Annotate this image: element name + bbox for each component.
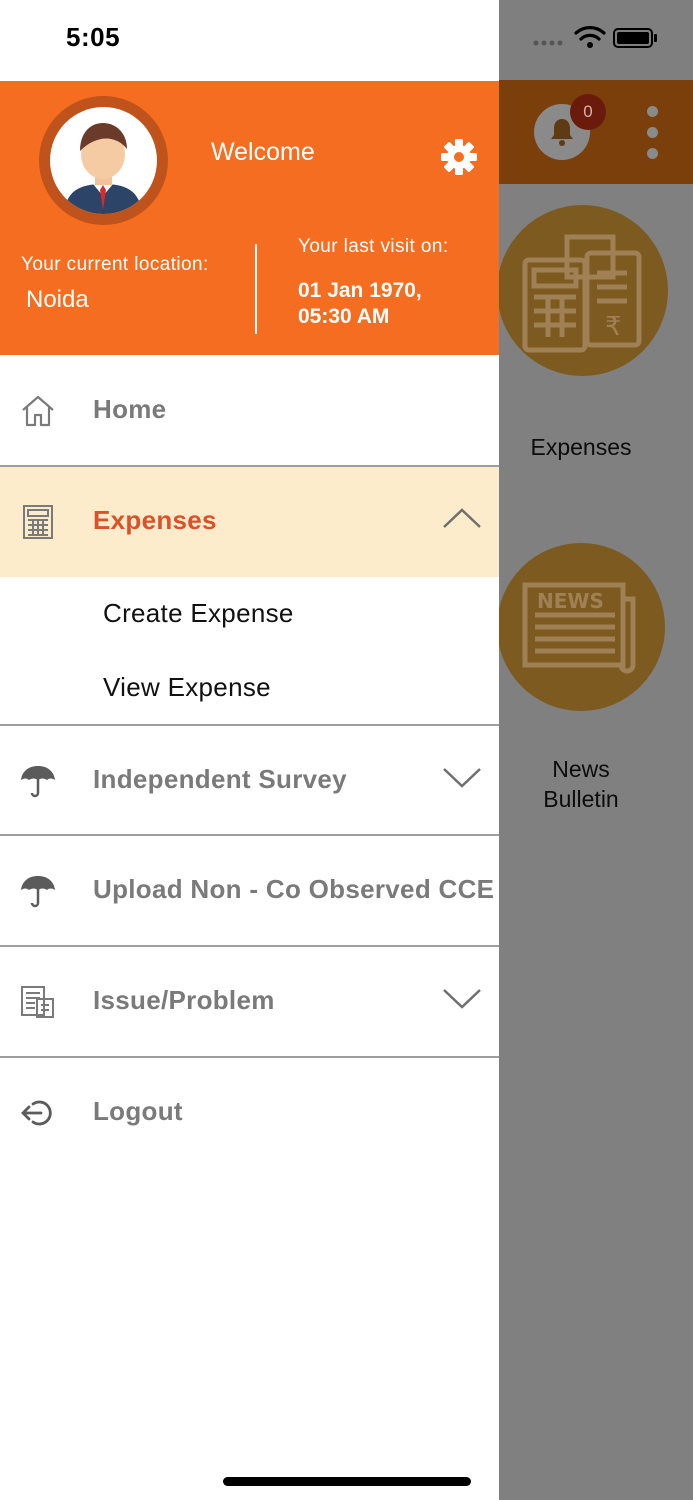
user-avatar-icon <box>64 123 142 214</box>
news-bulletin-tile-label: News Bulletin <box>543 756 619 812</box>
umbrella-icon <box>21 766 55 798</box>
news-icon-text: NEWS <box>537 589 604 613</box>
menu-item-home[interactable]: Home <box>0 356 499 466</box>
document-icon <box>21 986 54 1018</box>
menu-item-label: Independent Survey <box>93 764 347 794</box>
menu-item-independent-survey[interactable]: Independent Survey <box>0 726 499 836</box>
umbrella-icon <box>21 876 55 908</box>
svg-text:₹: ₹ <box>605 312 622 342</box>
chevron-up-icon[interactable] <box>442 505 482 533</box>
chevron-down-icon[interactable] <box>442 764 482 792</box>
menu-item-logout[interactable]: Logout <box>0 1058 499 1168</box>
current-location-label: Your current location: <box>21 254 209 275</box>
menu-item-label: Issue/Problem <box>93 985 275 1015</box>
last-visit-label: Your last visit on: <box>298 236 449 257</box>
menu-item-label: Expenses <box>93 505 217 535</box>
avatar[interactable] <box>39 96 168 225</box>
signal-icon <box>533 40 563 46</box>
logout-icon <box>21 1100 52 1126</box>
expenses-tile-icon[interactable]: ₹ <box>497 205 668 376</box>
wifi-icon <box>574 26 606 41</box>
home-indicator[interactable] <box>223 1477 471 1486</box>
notification-badge: 0 <box>570 94 606 130</box>
menu-item-expenses[interactable]: Expenses <box>0 467 499 577</box>
more-options-icon[interactable] <box>644 106 660 160</box>
newspaper-icon: NEWS <box>522 582 636 674</box>
navigation-drawer: 5:05 Welcome Your current location: Noid… <box>0 0 499 1500</box>
drawer-header: Welcome Your current location: Noida You… <box>0 81 499 355</box>
menu-item-label: Logout <box>93 1096 183 1126</box>
submenu-item-view-expense[interactable]: View Expense <box>103 672 271 703</box>
menu-item-label: Upload Non - Co Observed CCE <box>93 874 495 904</box>
submenu-item-create-expense[interactable]: Create Expense <box>103 598 294 629</box>
menu-item-upload-non-co-observed-cce[interactable]: Upload Non - Co Observed CCE <box>0 836 499 946</box>
battery-icon <box>613 28 657 48</box>
status-bar-right <box>532 24 662 52</box>
header-divider <box>255 244 257 334</box>
settings-gear-icon[interactable] <box>440 138 478 176</box>
chevron-down-icon[interactable] <box>442 985 482 1013</box>
welcome-text: Welcome <box>211 138 315 166</box>
calculator-receipt-icon: ₹ <box>522 234 642 353</box>
current-location-value: Noida <box>26 286 89 313</box>
last-visit-value: 01 Jan 1970, 05:30 AM <box>298 279 422 328</box>
expenses-tile-label: Expenses <box>530 434 632 460</box>
status-time: 5:05 <box>66 22 121 52</box>
menu-item-issue-problem[interactable]: Issue/Problem <box>0 947 499 1057</box>
menu-item-label: Home <box>93 394 167 424</box>
calculator-icon <box>23 505 53 539</box>
home-icon <box>22 395 54 427</box>
news-tile-icon[interactable]: NEWS <box>497 543 665 711</box>
